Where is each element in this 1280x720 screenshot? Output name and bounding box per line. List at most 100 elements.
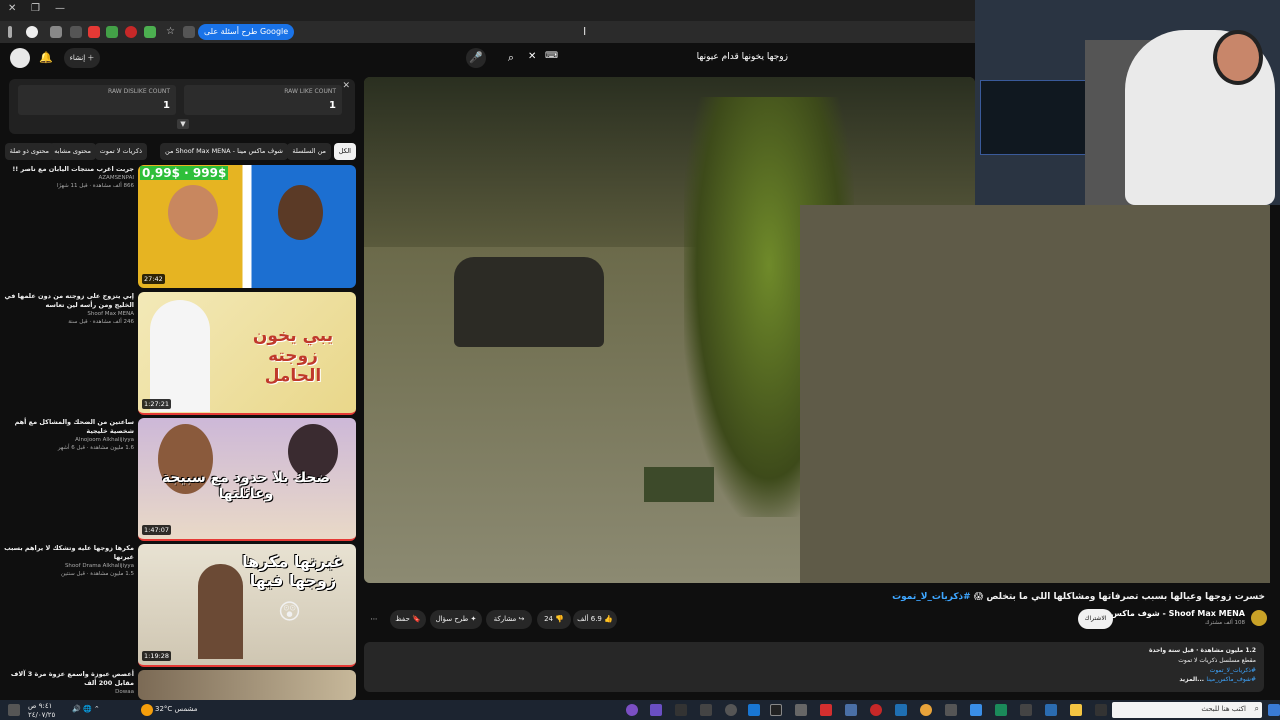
duration-badge: 1:47:07 bbox=[142, 525, 172, 535]
recommendation-title[interactable]: جربت اغرب منتجات اليابان مع ناصر !! bbox=[4, 165, 134, 174]
create-button[interactable]: إنشاء ＋ bbox=[64, 48, 100, 68]
app-icon[interactable] bbox=[945, 704, 957, 716]
recommendation-channel[interactable]: Shoof Drama Alkhalijiyya bbox=[4, 562, 134, 570]
text-cursor-icon: I bbox=[583, 25, 587, 38]
app-icon[interactable] bbox=[970, 704, 982, 716]
recommendation-channel[interactable]: Dowaa bbox=[4, 688, 134, 696]
search-icon[interactable]: ⌕ bbox=[501, 48, 521, 68]
more-actions-button[interactable]: ⋯ bbox=[364, 610, 384, 629]
app-icon[interactable] bbox=[700, 704, 712, 716]
clear-search-icon[interactable]: ✕ bbox=[528, 51, 536, 62]
search-input[interactable]: ✕ ⌨ زوجها يخونها قدام عيونها bbox=[528, 48, 798, 70]
google-lens-chip[interactable]: طرح أسئلة على Google bbox=[198, 24, 295, 40]
video-title-hashtag[interactable]: #ذكريات_لا_تموت bbox=[892, 592, 971, 602]
close-icon[interactable]: ✕ bbox=[342, 81, 350, 91]
cast-icon[interactable] bbox=[183, 26, 195, 38]
recommendation-title[interactable]: إبي يتزوج على زوجته من دون علمها في الخل… bbox=[4, 292, 135, 310]
duration-badge: 1:19:28 bbox=[142, 651, 172, 661]
app-icon[interactable] bbox=[995, 704, 1007, 716]
weather-text[interactable]: 32°C مشمس bbox=[155, 705, 198, 713]
description-more[interactable]: ...المزيد bbox=[1179, 676, 1204, 683]
download-extension-icon[interactable] bbox=[144, 26, 156, 38]
bookmark-star-icon[interactable]: ☆ bbox=[166, 26, 178, 38]
keyboard-icon[interactable]: ⌨ bbox=[545, 51, 558, 61]
video-thumbnail[interactable]: غيرتها مكرها زوجها فيها 😲 1:19:28 bbox=[138, 544, 356, 667]
avatar[interactable] bbox=[10, 48, 30, 68]
description-hashtag[interactable]: #ذكريات_لا_تموت bbox=[1210, 667, 1256, 674]
profile-icon[interactable] bbox=[26, 26, 38, 38]
channel-name[interactable]: Shoof Max MENA - شوف ماكس مينا bbox=[1094, 609, 1245, 618]
store-icon[interactable] bbox=[1045, 704, 1057, 716]
sparkle-icon: ✦ bbox=[470, 615, 477, 623]
recommendation-title[interactable]: أعصص عبوزة واسمع عزوة مرة 3 آلاف مقابل 2… bbox=[4, 670, 134, 688]
recommendation-title[interactable]: مكرها زوجها عليه وتشكك لا يراهم بسبب غير… bbox=[4, 544, 134, 562]
app-icon[interactable] bbox=[795, 704, 807, 716]
dislike-button[interactable]: 👎 24 bbox=[537, 610, 571, 629]
thumb-face bbox=[168, 185, 218, 240]
green-extension-icon[interactable] bbox=[106, 26, 118, 38]
steam-icon[interactable] bbox=[895, 704, 907, 716]
app-icon[interactable] bbox=[626, 704, 638, 716]
video-thumbnail[interactable]: 999$ · 0,99$ 27:42 bbox=[138, 165, 356, 288]
description-box[interactable]: 1.2 مليون مشاهدة · قبل سنة واحدة مقطع مس… bbox=[364, 642, 1264, 692]
close-window-icon[interactable]: ✕ bbox=[8, 3, 16, 14]
app-icon[interactable] bbox=[845, 704, 857, 716]
recommendation-views: 246 ألف مشاهدة · قبل سنة bbox=[68, 319, 134, 325]
like-button[interactable]: 👍 6.9 ألف bbox=[573, 610, 617, 629]
app-icon[interactable] bbox=[1020, 704, 1032, 716]
save-button[interactable]: 🔖 حفظ bbox=[390, 610, 426, 629]
chip-all[interactable]: الكل bbox=[333, 143, 356, 160]
like-count: 6.9 ألف bbox=[577, 615, 602, 623]
extension-icon[interactable] bbox=[50, 26, 62, 38]
chip-series[interactable]: من السلسلة bbox=[287, 143, 331, 160]
app-icon[interactable] bbox=[770, 704, 782, 716]
chip-show[interactable]: ذكريات لا تموت bbox=[94, 143, 147, 160]
windows-start-icon[interactable] bbox=[1268, 704, 1280, 716]
notifications-bell-icon[interactable]: 🔔 bbox=[36, 48, 56, 68]
app-icon[interactable] bbox=[725, 704, 737, 716]
menu-icon[interactable] bbox=[8, 26, 12, 38]
record-extension-icon[interactable] bbox=[125, 26, 137, 38]
clock-time[interactable]: ٩:٤١ ص bbox=[28, 702, 52, 710]
recommendation-title[interactable]: ساعتين من الضحك والمشاكل مع أهم شخصية خل… bbox=[4, 418, 134, 436]
channel-avatar[interactable] bbox=[1251, 610, 1267, 626]
video-thumbnail[interactable] bbox=[138, 670, 356, 700]
monitor-graphic bbox=[980, 80, 1090, 155]
task-view-icon[interactable] bbox=[1095, 704, 1107, 716]
chip-related[interactable]: محتوى ذو صلة bbox=[4, 143, 54, 160]
app-icon[interactable] bbox=[748, 704, 760, 716]
chip-channel[interactable]: من Shoof Max MENA - شوف ماكس مينا bbox=[160, 143, 288, 160]
recommendation-channel[interactable]: Alnojoom Alkhalijiyya bbox=[4, 436, 134, 444]
youtube-extension-icon[interactable] bbox=[88, 26, 100, 38]
voice-search-icon[interactable]: 🎤 bbox=[466, 48, 486, 68]
recommendation-channel[interactable]: AZAMSENPAI bbox=[4, 174, 134, 182]
app-icon[interactable] bbox=[820, 704, 832, 716]
ask-button[interactable]: ✦ طرح سؤال bbox=[430, 610, 482, 629]
weather-icon bbox=[141, 704, 153, 716]
raw-dislike-count-box: RAW DISLIKE COUNT 1 bbox=[18, 85, 176, 115]
subscribe-button[interactable]: الاشتراك bbox=[1078, 609, 1113, 629]
chevron-down-icon[interactable]: ▼ bbox=[177, 119, 189, 129]
minimize-window-icon[interactable]: — bbox=[55, 3, 65, 14]
description-hashtag[interactable]: #شوف_ماكس_مينا bbox=[1206, 676, 1256, 683]
recommendation-channel[interactable]: Shoof Max MENA bbox=[4, 310, 134, 318]
thumb-art-text: غيرتها مكرها زوجها فيها bbox=[242, 552, 344, 590]
extensions-puzzle-icon[interactable] bbox=[70, 26, 82, 38]
video-thumbnail[interactable]: يبي يخون زوجته الحامل 1:27:21 bbox=[138, 292, 356, 415]
recommendation-meta: أعصص عبوزة واسمع عزوة مرة 3 آلاف مقابل 2… bbox=[4, 670, 134, 696]
subscriber-count: 108 ألف مشترك bbox=[1205, 620, 1245, 626]
clock-date[interactable]: ٢٤/٠٧/٢٥ bbox=[28, 711, 55, 719]
thumb-art-text: 999$ · 0,99$ bbox=[140, 166, 229, 180]
video-thumbnail[interactable]: ضحك بلا حدود مع سبيجة وعائلتها 1:47:07 bbox=[138, 418, 356, 541]
raw-dislike-label: RAW DISLIKE COUNT bbox=[108, 88, 170, 95]
app-icon[interactable] bbox=[650, 704, 662, 716]
app-icon[interactable] bbox=[870, 704, 882, 716]
file-explorer-icon[interactable] bbox=[1070, 704, 1082, 716]
taskbar-search-input[interactable]: ⌕ اكتب هنا للبحث bbox=[1112, 702, 1262, 718]
share-button[interactable]: ↪ مشاركة bbox=[486, 610, 532, 629]
restore-window-icon[interactable]: ❐ bbox=[31, 3, 40, 14]
chrome-icon[interactable] bbox=[920, 704, 932, 716]
chip-similar[interactable]: محتوى مشابه bbox=[49, 143, 96, 160]
notification-center-icon[interactable] bbox=[8, 704, 20, 716]
app-icon[interactable] bbox=[675, 704, 687, 716]
